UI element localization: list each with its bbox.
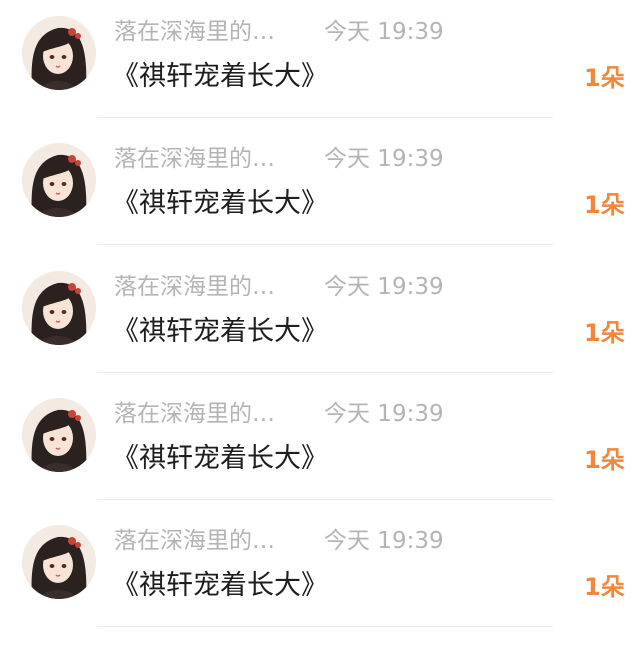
gift-feed: 落在深海里的… 今天 19:39 《祺轩宠着长大》 1朵 落在深海里的… 今天 …	[0, 0, 640, 648]
gift-count: 1朵	[584, 319, 625, 347]
gift-count: 1朵	[584, 64, 625, 92]
user-avatar[interactable]	[22, 16, 96, 90]
list-item[interactable]: 落在深海里的… 今天 19:39 《祺轩宠着长大》 1朵	[0, 127, 640, 254]
user-avatar[interactable]	[22, 271, 96, 345]
username[interactable]: 落在深海里的…	[114, 143, 275, 175]
timestamp: 今天 19:39	[324, 401, 444, 427]
timestamp: 今天 19:39	[324, 146, 444, 172]
username[interactable]: 落在深海里的…	[114, 271, 275, 303]
user-avatar[interactable]	[22, 143, 96, 217]
message-text: 《祺轩宠着长大》	[112, 570, 328, 601]
message-text: 《祺轩宠着长大》	[112, 188, 328, 219]
username[interactable]: 落在深海里的…	[114, 398, 275, 430]
divider	[97, 244, 553, 245]
list-item[interactable]: 落在深海里的… 今天 19:39 《祺轩宠着长大》 1朵	[0, 0, 640, 127]
user-avatar[interactable]	[22, 398, 96, 472]
user-avatar[interactable]	[22, 525, 96, 599]
gift-count: 1朵	[584, 446, 625, 474]
list-item[interactable]: 落在深海里的… 今天 19:39 《祺轩宠着长大》 1朵	[0, 509, 640, 636]
timestamp: 今天 19:39	[324, 528, 444, 554]
divider	[97, 117, 553, 118]
divider	[97, 626, 553, 627]
list-item[interactable]: 落在深海里的… 今天 19:39 《祺轩宠着长大》 1朵	[0, 382, 640, 509]
message-text: 《祺轩宠着长大》	[112, 316, 328, 347]
message-text: 《祺轩宠着长大》	[112, 443, 328, 474]
gift-count: 1朵	[584, 573, 625, 601]
divider	[97, 499, 553, 500]
username[interactable]: 落在深海里的…	[114, 16, 275, 48]
timestamp: 今天 19:39	[324, 19, 444, 45]
username[interactable]: 落在深海里的…	[114, 525, 275, 557]
message-text: 《祺轩宠着长大》	[112, 61, 328, 92]
gift-count: 1朵	[584, 191, 625, 219]
divider	[97, 372, 553, 373]
timestamp: 今天 19:39	[324, 274, 444, 300]
list-item[interactable]: 落在深海里的… 今天 19:39 《祺轩宠着长大》 1朵	[0, 255, 640, 382]
